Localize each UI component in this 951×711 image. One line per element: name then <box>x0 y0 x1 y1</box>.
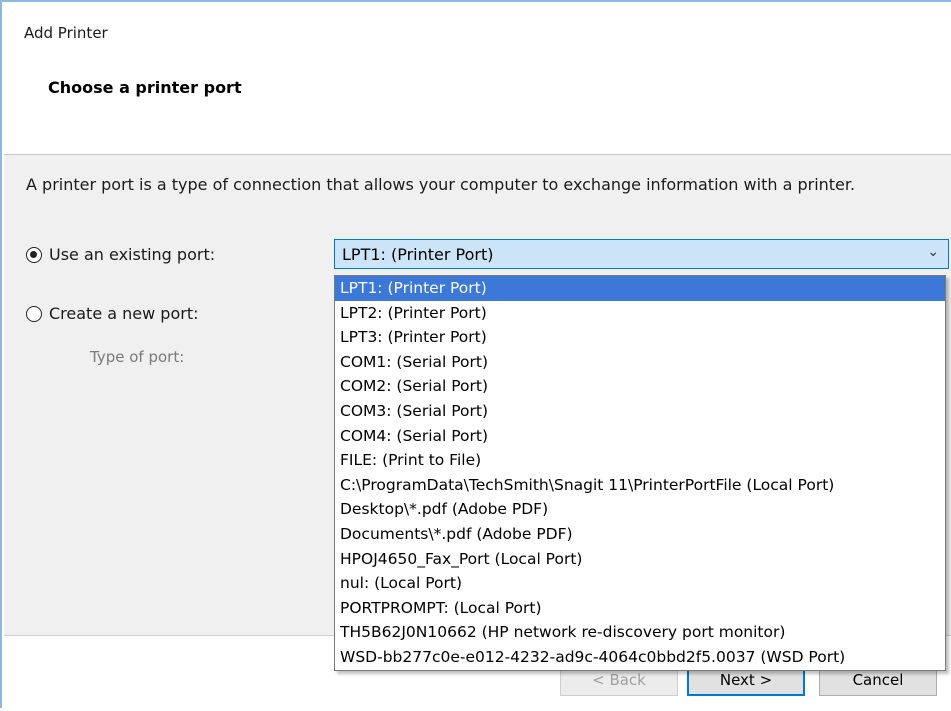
page-title: Choose a printer port <box>48 78 242 97</box>
description-text: A printer port is a type of connection t… <box>26 175 856 194</box>
port-option[interactable]: COM3: (Serial Port) <box>335 399 945 424</box>
cancel-button[interactable]: Cancel <box>819 666 937 696</box>
port-option[interactable]: LPT3: (Printer Port) <box>335 325 945 350</box>
port-option[interactable]: COM4: (Serial Port) <box>335 424 945 449</box>
port-option[interactable]: COM1: (Serial Port) <box>335 350 945 375</box>
port-option[interactable]: PORTPROMPT: (Local Port) <box>335 596 945 621</box>
port-option[interactable]: HPOJ4650_Fax_Port (Local Port) <box>335 547 945 572</box>
port-option[interactable]: C:\ProgramData\TechSmith\Snagit 11\Print… <box>335 473 945 498</box>
port-dropdown-list: LPT1: (Printer Port) LPT2: (Printer Port)… <box>334 275 946 671</box>
port-option[interactable]: LPT2: (Printer Port) <box>335 301 945 326</box>
port-option[interactable]: COM2: (Serial Port) <box>335 374 945 399</box>
port-option[interactable]: Documents\*.pdf (Adobe PDF) <box>335 522 945 547</box>
port-select-value: LPT1: (Printer Port) <box>342 245 494 264</box>
port-option[interactable]: Desktop\*.pdf (Adobe PDF) <box>335 497 945 522</box>
radio-unchecked-icon[interactable] <box>26 305 42 322</box>
create-new-port-label: Create a new port: <box>49 304 199 323</box>
back-button[interactable]: < Back <box>560 666 678 696</box>
wizard-header: Add Printer Choose a printer port <box>4 4 951 155</box>
port-option[interactable]: nul: (Local Port) <box>335 571 945 596</box>
next-button[interactable]: Next > <box>687 666 805 696</box>
create-new-port-radio[interactable]: Create a new port: <box>26 304 198 323</box>
port-option[interactable]: FILE: (Print to File) <box>335 448 945 473</box>
window-title: Add Printer <box>24 24 108 42</box>
type-of-port-label: Type of port: <box>90 348 185 366</box>
port-select[interactable]: LPT1: (Printer Port) ⌄ <box>334 239 949 269</box>
use-existing-port-label: Use an existing port: <box>49 245 216 264</box>
chevron-down-icon[interactable]: ⌄ <box>927 244 939 260</box>
use-existing-port-radio[interactable]: Use an existing port: <box>26 245 215 264</box>
add-printer-window: Add Printer Choose a printer port A prin… <box>0 0 951 711</box>
port-option[interactable]: WSD-bb277c0e-e012-4232-ad9c-4064c0bbd2f5… <box>335 645 945 670</box>
port-option[interactable]: LPT1: (Printer Port) <box>335 276 945 301</box>
radio-checked-icon[interactable] <box>26 246 42 263</box>
port-option[interactable]: TH5B62J0N10662 (HP network re-discovery … <box>335 620 945 645</box>
